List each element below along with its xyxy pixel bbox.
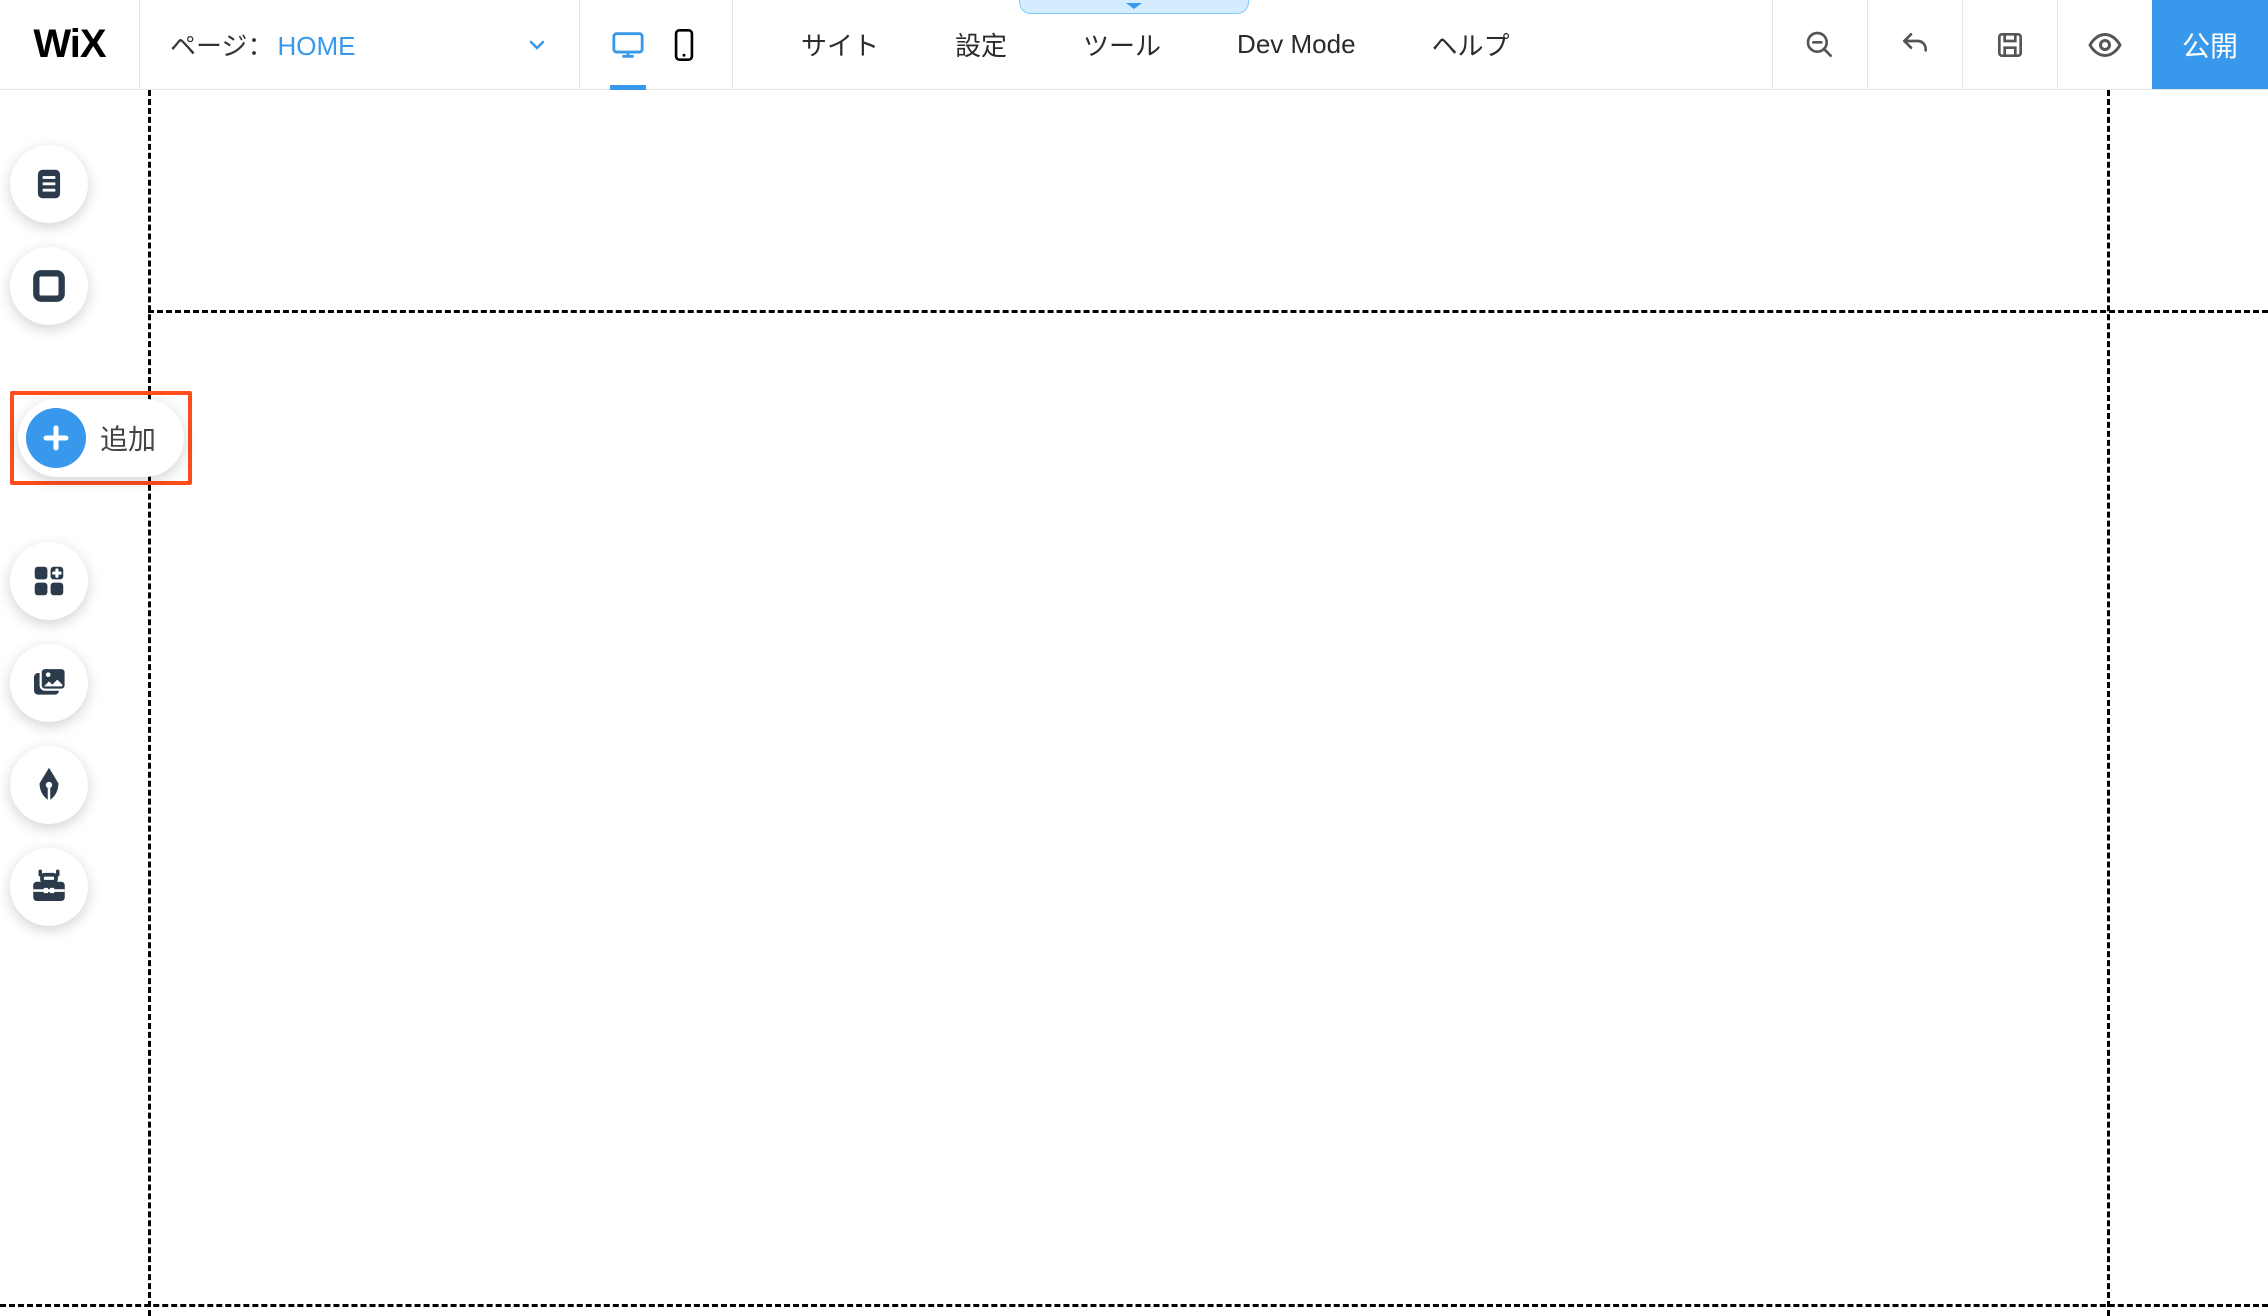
- guide-vertical-left: [148, 90, 151, 1316]
- menu-settings[interactable]: 設定: [917, 0, 1045, 89]
- guide-vertical-right: [2107, 90, 2110, 1316]
- right-tools: 公開: [1772, 0, 2268, 89]
- sidebar-background-button[interactable]: [10, 247, 88, 325]
- publish-button[interactable]: 公開: [2152, 0, 2268, 89]
- apps-icon: [30, 562, 68, 600]
- pen-icon: [30, 763, 68, 807]
- plus-circle: [26, 408, 86, 468]
- menu-help[interactable]: ヘルプ: [1394, 0, 1548, 89]
- chevron-down-icon: [525, 33, 549, 57]
- device-switcher: [580, 0, 733, 89]
- plus-icon: [41, 423, 71, 453]
- undo-button[interactable]: [1867, 0, 1962, 89]
- wix-logo: WiX: [33, 22, 105, 67]
- preview-button[interactable]: [2057, 0, 2152, 89]
- page-selector-name: HOME: [277, 31, 355, 61]
- topbar: WiX ページ：HOME サイト 設定 ツール Dev Mode ヘルプ: [0, 0, 2268, 90]
- menu-site[interactable]: サイト: [763, 0, 917, 89]
- save-button[interactable]: [1962, 0, 2057, 89]
- media-icon: [29, 663, 69, 703]
- page-selector[interactable]: ページ：HOME: [140, 0, 580, 89]
- preview-icon: [2087, 27, 2123, 63]
- add-label: 追加: [100, 418, 156, 458]
- add-highlight-box: 追加: [10, 391, 192, 485]
- main-menu: サイト 設定 ツール Dev Mode ヘルプ: [733, 0, 1772, 89]
- pages-icon: [30, 165, 68, 203]
- desktop-view-button[interactable]: [600, 0, 656, 90]
- sidebar-pages-button[interactable]: [10, 145, 88, 223]
- expand-tab[interactable]: [1019, 0, 1249, 14]
- guide-horizontal-1: [148, 310, 2268, 313]
- undo-icon: [1899, 29, 1931, 61]
- sidebar-bookings-button[interactable]: [10, 848, 88, 926]
- sidebar-add-button[interactable]: 追加: [18, 399, 184, 477]
- sidebar-apps-button[interactable]: [10, 542, 88, 620]
- square-icon: [30, 267, 68, 305]
- canvas-area[interactable]: 追加: [0, 90, 2268, 1316]
- left-sidebar-lower: [10, 542, 88, 926]
- mobile-view-button[interactable]: [656, 0, 712, 90]
- zoom-out-button[interactable]: [1772, 0, 1867, 89]
- mobile-icon: [670, 28, 698, 62]
- guide-horizontal-2: [0, 1304, 2268, 1307]
- save-icon: [1994, 29, 2026, 61]
- sidebar-media-button[interactable]: [10, 644, 88, 722]
- page-selector-label: ページ：: [170, 31, 273, 61]
- zoom-out-icon: [1804, 29, 1836, 61]
- left-sidebar-upper: [10, 145, 88, 325]
- sidebar-blog-button[interactable]: [10, 746, 88, 824]
- sidebar-add-wrap: 追加: [10, 391, 192, 485]
- desktop-icon: [611, 28, 645, 62]
- toolbox-icon: [28, 866, 70, 908]
- logo-section[interactable]: WiX: [0, 0, 140, 89]
